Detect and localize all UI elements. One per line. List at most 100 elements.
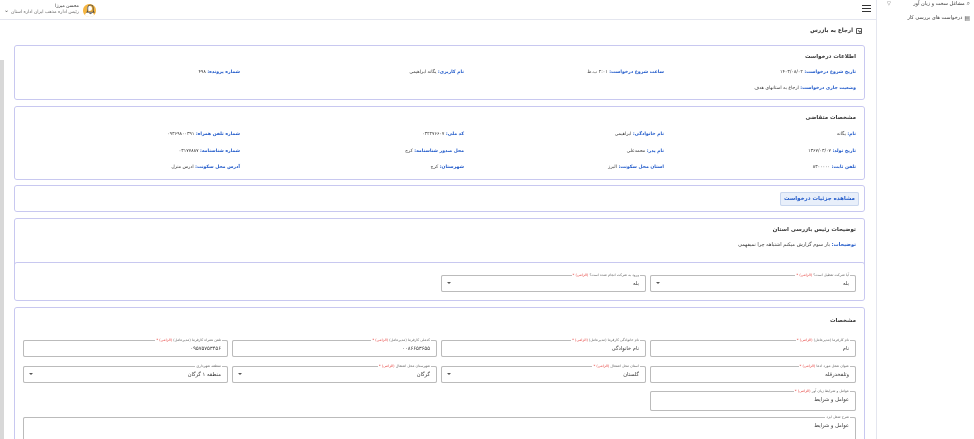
provincial-notes: توضیحات: بار سوم گزارش میکنم اشتباهه چرا… <box>738 242 856 248</box>
field-legend: ورود به شرکت انجام شده است؟ (الزامی) * <box>571 272 640 277</box>
applicant-mobile: شماره تلفن همراه: ۰۹۳۶۹۸۰۰۳۹۱ <box>167 132 240 137</box>
select-value: بله <box>843 281 849 287</box>
section-title: اطلاعات درخواست <box>804 54 856 60</box>
main-content: ارجاع به بازرس اطلاعات درخواست تاریخ شرو… <box>0 20 876 439</box>
field-value: ۱۳۶۷/۰۳/۰۷ <box>808 149 831 154</box>
field-label: شماره پرونده: <box>207 70 240 75</box>
current-status: وضعیت جاری درخواست: ارجاع به استانهای هد… <box>754 86 856 91</box>
field-value: محمدعلی <box>626 149 646 154</box>
specs-card: مشخصات نام کارفرما (مدیرعامل) (الزامی) *… <box>14 307 865 439</box>
start-date: تاریخ شروع درخواست: ۱۴۰۳/۰۸/۰۲ <box>780 70 856 75</box>
select-value: گرگان <box>416 372 430 378</box>
sidebar-item-review-requests[interactable]: درخواست های بررسی کار ▤ <box>907 14 970 22</box>
page-title-text: ارجاع به بازرس <box>810 28 853 34</box>
top-header: ⌄ محسن میرزا رئیس اداره مذهب ایران اداره… <box>0 0 876 20</box>
field-value: ۰۳۲۲۷۶۶۰۷ <box>422 132 445 137</box>
field-value: ۱۴۰۳/۰۸/۰۲ <box>780 70 803 75</box>
chevron-down-icon[interactable]: ⌄ <box>4 7 9 14</box>
work-province-select[interactable]: استان محل اشتغال (الزامی) * گلستان <box>441 363 646 383</box>
applicant-card: مشخصات متقاضی نام: یگانه نام خانوادگی: ا… <box>14 106 865 180</box>
applicant-city: شهرستان: کرج <box>431 165 464 170</box>
field-label: نام خانوادگی: <box>632 132 664 137</box>
field-legend: تلفن همراه کارفرما (مدیرعامل) (الزامی) * <box>155 337 222 342</box>
field-value: البرز <box>608 165 617 170</box>
field-label: شماره شناسنامه: <box>200 149 240 154</box>
user-menu[interactable]: ⌄ محسن میرزا رئیس اداره مذهب ایران اداره… <box>4 2 96 18</box>
applicant-national-id: کد ملی: ۰۳۲۲۷۶۶۰۷ <box>422 132 464 137</box>
applicant-phone: تلفن ثابت: ۸۳۰۰۰۰۰ <box>813 165 856 170</box>
field-value: کرج <box>405 149 413 154</box>
municipal-district-select[interactable]: منطقه شهرداری منطقه ۱ گرگان <box>23 363 228 383</box>
field-legend: منطقه شهرداری <box>195 363 222 368</box>
harmful-factors-field[interactable]: عوامل و شرایط زیان آور (الزامی) * عوامل … <box>650 388 856 411</box>
case-number: شماره پرونده: ۴۹۸ <box>198 70 240 75</box>
field-value: بار سوم گزارش میکنم اشتباهه چرا نمیفهمی <box>738 242 831 248</box>
field-label: تلفن ثابت: <box>831 165 856 170</box>
field-label: تاریخ شروع درخواست: <box>804 70 856 75</box>
document-icon: ▤ <box>964 14 970 22</box>
employer-national-id-field[interactable]: کدملی کارفرما (مدیرعامل) (الزامی) * ۰۰۸۶… <box>232 337 437 357</box>
field-label: شماره تلفن همراه: <box>195 132 240 137</box>
job-description-textarea[interactable]: شرح شغل ابزد عوامل و شرایط <box>23 414 856 439</box>
page-title: ارجاع به بازرس <box>700 26 862 36</box>
field-label: نام پدر: <box>646 149 664 154</box>
checkbox-icon <box>856 28 862 34</box>
field-legend: نام خانوادگی کارفرما (مدیرعامل) (الزامی)… <box>571 337 640 342</box>
field-value: ۸۳۰۰۰۰۰ <box>812 165 831 170</box>
field-value: ۰۳۱۷۷۸۸۷ <box>178 149 199 154</box>
work-city-select[interactable]: شهرستان محل اشتغال (الزامی) * گرگان <box>232 363 437 383</box>
applicant-id-issue-place: محل صدور شناسنامه: کرج <box>405 149 464 154</box>
chevron-down-icon <box>447 282 451 284</box>
details-button-card: مشاهده جزئیات درخواست <box>14 185 865 212</box>
company-closed-select[interactable]: آیا شرکت تعطیل است؟ (الزامی) * بله <box>650 272 856 292</box>
field-value: ۰۹۳۶۹۸۰۰۳۹۱ <box>167 132 195 137</box>
section-title: مشخصات متقاضی <box>805 115 856 121</box>
sidebar-item-hard-jobs[interactable]: مشاغل سخت و زیان آور ⌕ <box>913 0 970 8</box>
chevron-down-icon[interactable]: ▽ <box>887 1 891 7</box>
sidebar-item-label: درخواست های بررسی کار <box>907 15 963 21</box>
chevron-down-icon <box>238 373 242 375</box>
applicant-address: آدرس محل سکونت: ادرس منزل <box>171 165 240 170</box>
employer-last-name-field[interactable]: نام خانوادگی کارفرما (مدیرعامل) (الزامی)… <box>441 337 646 357</box>
field-value: ادرس منزل <box>171 165 194 170</box>
field-legend: کدملی کارفرما (مدیرعامل) (الزامی) * <box>371 337 431 342</box>
field-value: ارجاع به استانهای هدف <box>754 86 799 91</box>
field-label: توضیحات: <box>831 242 856 248</box>
username: نام کاربری: یگانه ابراهیمی <box>409 70 464 75</box>
field-label: شهرستان: <box>439 165 464 170</box>
input-value: ۰۹۵۷۵۷۵۳۴۵۶ <box>190 346 221 352</box>
employer-mobile-field[interactable]: تلفن همراه کارفرما (مدیرعامل) (الزامی) *… <box>23 337 228 357</box>
start-time: ساعت شروع درخواست: ۲:۰۱ ب.ظ <box>587 70 664 75</box>
applicant-father-name: نام پدر: محمدعلی <box>627 149 664 154</box>
field-value: ابراهیمی <box>614 132 632 137</box>
field-label: وضعیت جاری درخواست: <box>800 86 856 91</box>
claimed-job-title-field[interactable]: عنوان شغل مورد ادعا (الزامی) * وتلفخدرقل… <box>650 363 856 383</box>
user-info: محسن میرزا رئیس اداره مذهب ایران اداره ا… <box>11 4 79 16</box>
field-legend: نام کارفرما (مدیرعامل) (الزامی) * <box>795 337 850 342</box>
input-value: نام <box>842 346 849 352</box>
section-title: توضیحات رئیس بازرسی استان <box>772 227 856 233</box>
chevron-down-icon <box>447 373 451 375</box>
company-entered-select[interactable]: ورود به شرکت انجام شده است؟ (الزامی) * ب… <box>441 272 646 292</box>
input-value: نام خانوادگی <box>611 346 639 352</box>
field-label: آدرس محل سکونت: <box>195 165 240 170</box>
user-role: رئیس اداره مذهب ایران اداره استان <box>11 10 79 15</box>
select-value: بله <box>633 281 639 287</box>
bell-icon[interactable] <box>86 4 95 15</box>
view-request-details-button[interactable]: مشاهده جزئیات درخواست <box>780 192 859 206</box>
applicant-birth-date: تاریخ تولد: ۱۳۶۷/۰۳/۰۷ <box>808 149 856 154</box>
sidebar-item-label: مشاغل سخت و زیان آور <box>913 1 965 7</box>
field-label: محل صدور شناسنامه: <box>414 149 464 154</box>
hamburger-icon[interactable] <box>862 5 871 13</box>
employer-first-name-field[interactable]: نام کارفرما (مدیرعامل) (الزامی) * نام <box>650 337 856 357</box>
field-legend: استان محل اشتغال (الزامی) * <box>592 363 640 368</box>
input-value: عوامل و شرایط <box>814 397 849 403</box>
field-value: یگانه <box>836 132 846 137</box>
chevron-down-icon <box>29 373 33 375</box>
field-value: ۲:۰۱ ب.ظ <box>587 70 608 75</box>
request-info-card: اطلاعات درخواست تاریخ شروع درخواست: ۱۴۰۳… <box>14 45 865 100</box>
search-icon: ⌕ <box>966 0 970 7</box>
scrollbar[interactable] <box>0 60 4 439</box>
field-legend: عوامل و شرایط زیان آور (الزامی) * <box>793 388 850 393</box>
field-legend: آیا شرکت تعطیل است؟ (الزامی) * <box>795 272 850 277</box>
